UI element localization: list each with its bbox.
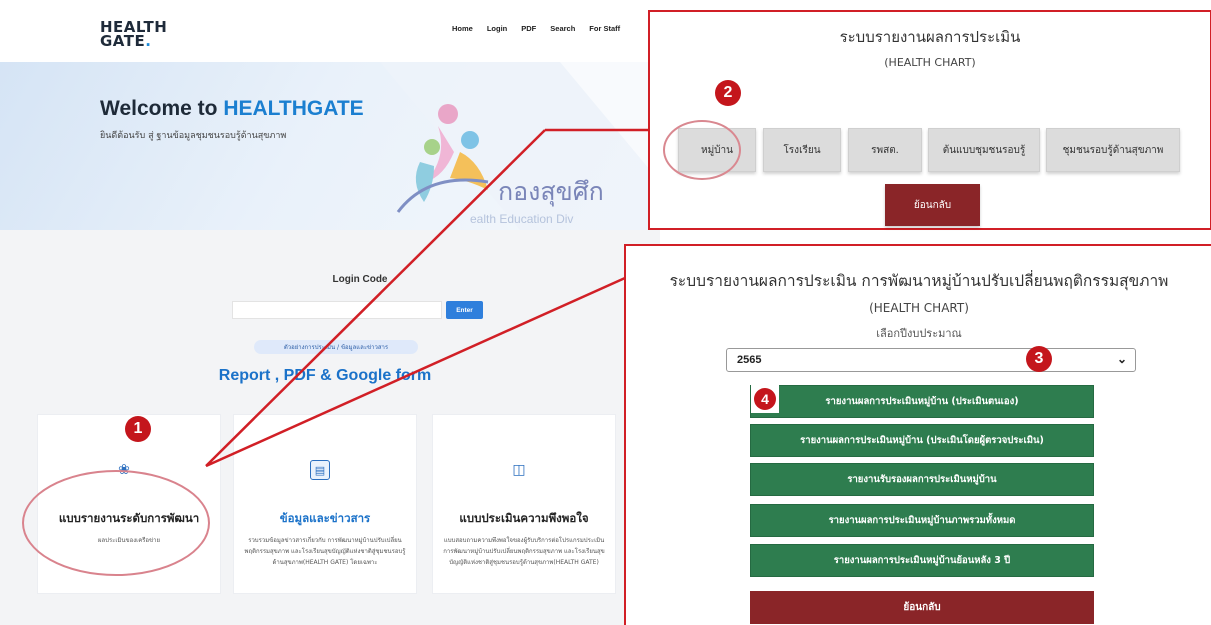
card-title: ข้อมูลและข่าวสาร <box>279 511 371 525</box>
category-school-button[interactable]: โรงเรียน <box>763 128 841 172</box>
welcome-prefix: Welcome to <box>100 97 224 120</box>
fiscal-year-select[interactable]: 2565 ⌄ <box>726 348 1136 372</box>
step-badge-3: 3 <box>1026 346 1052 372</box>
welcome-heading: Welcome to HEALTHGATE <box>100 97 364 121</box>
main-nav: Home Login PDF Search For Staff <box>452 24 620 33</box>
logo-line2: GATE <box>100 32 146 50</box>
screenshot-stage: HEALTH GATE. Home Login PDF Search For S… <box>0 0 1211 625</box>
step-badge-2: 2 <box>715 80 741 106</box>
report-3-years-button[interactable]: รายงานผลการประเมินหมู่บ้านย้อนหลัง 3 ปี <box>750 544 1094 577</box>
highlight-ellipse-1 <box>22 470 210 576</box>
popup-title: ระบบรายงานผลการประเมิน การพัฒนาหมู่บ้านป… <box>669 272 1169 290</box>
nav-search[interactable]: Search <box>550 24 575 33</box>
report-self-assessment-button[interactable]: รายงานผลการประเมินหมู่บ้าน (ประเมินตนเอง… <box>750 385 1094 418</box>
card-title: แบบประเมินความพึงพอใจ <box>459 511 589 525</box>
step-badge-4-frame: 4 <box>751 385 779 413</box>
report-certification-button[interactable]: รายงานรับรองผลการประเมินหมู่บ้าน <box>750 463 1094 496</box>
logo-dot: . <box>145 32 152 50</box>
step-badge-1: 1 <box>125 416 151 442</box>
category-model-community-button[interactable]: ต้นแบบชุมชนรอบรู้ <box>928 128 1040 172</box>
login-code-input[interactable] <box>232 301 442 319</box>
presentation-icon: ◫ <box>512 462 526 478</box>
category-health-literate-community-button[interactable]: ชุมชนรอบรู้ด้านสุขภาพ <box>1046 128 1180 172</box>
popup-title: ระบบรายงานผลการประเมิน <box>839 28 1021 46</box>
popup-subtitle: (HEALTH CHART) <box>869 301 969 315</box>
login-code-title: Login Code <box>332 274 388 285</box>
highlight-ellipse-2 <box>663 120 741 180</box>
step-badge-4: 4 <box>754 388 776 410</box>
nav-pdf[interactable]: PDF <box>521 24 536 33</box>
chevron-down-icon: ⌄ <box>1116 352 1127 366</box>
card-news[interactable]: ▤ ข้อมูลและข่าวสาร รวบรวมข้อมูลข่าวสารเก… <box>233 414 417 594</box>
card-description: รวบรวมข้อมูลข่าวสารเกี่ยวกับ การพัฒนาหมู… <box>244 537 406 566</box>
hero-banner: Welcome to HEALTHGATE ยินดีต้อนรับ สู่ ฐ… <box>0 62 660 230</box>
card-description: แบบสอบถามความพึงพอใจของผู้รับบริการต่อโป… <box>443 537 605 566</box>
card-satisfaction[interactable]: ◫ แบบประเมินความพึงพอใจ แบบสอบถามความพึง… <box>432 414 616 594</box>
welcome-highlight: HEALTHGATE <box>223 97 364 120</box>
nav-home[interactable]: Home <box>452 24 473 33</box>
village-report-popup: ระบบรายงานผลการประเมิน การพัฒนาหมู่บ้านป… <box>624 244 1211 625</box>
report-assessor-button[interactable]: รายงานผลการประเมินหมู่บ้าน (ประเมินโดยผู… <box>750 424 1094 457</box>
report-heading: Report , PDF & Google form <box>218 367 432 384</box>
nav-login[interactable]: Login <box>487 24 507 33</box>
back-button[interactable]: ย้อนกลับ <box>750 591 1094 624</box>
health-chart-category-popup: ระบบรายงานผลการประเมิน (HEALTH CHART) 2 … <box>648 10 1211 230</box>
fiscal-year-label: เลือกปีงบประมาณ <box>876 327 962 340</box>
examples-pill-link[interactable]: ตัวอย่างการประเมิน / ข้อมูลและข่าวสาร <box>254 340 418 354</box>
enter-button[interactable]: Enter <box>446 301 483 319</box>
nav-for-staff[interactable]: For Staff <box>589 24 620 33</box>
back-button[interactable]: ย้อนกลับ <box>885 184 980 226</box>
site-logo[interactable]: HEALTH GATE. <box>100 20 167 50</box>
top-navbar: HEALTH GATE. Home Login PDF Search For S… <box>0 0 660 62</box>
popup-subtitle: (HEALTH CHART) <box>884 56 976 69</box>
newspaper-icon: ▤ <box>310 460 330 480</box>
welcome-subtitle: ยินดีต้อนรับ สู่ ฐานข้อมูลชุมชนรอบรู้ด้า… <box>100 131 287 141</box>
hero-brand-text: กองสุขศึก <box>498 177 604 206</box>
hero-brand-subtext: ealth Education Div <box>470 212 574 226</box>
report-overview-button[interactable]: รายงานผลการประเมินหมู่บ้านภาพรวมทั้งหมด <box>750 504 1094 537</box>
category-rpst-button[interactable]: รพสต. <box>848 128 922 172</box>
selected-year: 2565 <box>737 354 762 366</box>
